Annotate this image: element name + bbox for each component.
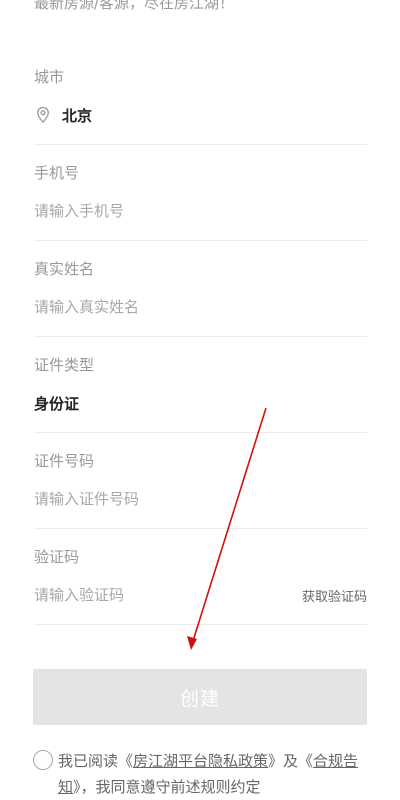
agreement-middle: 》及《: [268, 752, 314, 770]
id-number-field: 证件号码: [34, 450, 367, 529]
city-label: 城市: [34, 68, 65, 86]
agree-checkbox[interactable]: [33, 750, 53, 770]
privacy-policy-link[interactable]: 房江湖平台隐私政策: [133, 752, 268, 770]
id-number-label: 证件号码: [34, 452, 95, 470]
create-button[interactable]: 创建: [33, 669, 367, 725]
divider: [34, 240, 367, 241]
divider: [34, 144, 367, 145]
id-type-field: 证件类型 身份证: [34, 354, 367, 433]
id-type-value: 身份证: [34, 394, 80, 413]
get-code-button[interactable]: 获取验证码: [302, 586, 367, 605]
id-type-selector[interactable]: 身份证: [34, 392, 367, 414]
id-number-input[interactable]: [34, 490, 274, 508]
divider: [34, 624, 367, 625]
phone-input[interactable]: [34, 202, 274, 220]
phone-label: 手机号: [34, 164, 80, 182]
agreement-prefix: 我已阅读《: [58, 752, 134, 770]
agreement-suffix: 》，我同意遵守前述规则约定: [73, 778, 261, 796]
city-field: 城市 北京: [34, 66, 367, 145]
divider: [34, 528, 367, 529]
name-input[interactable]: [34, 298, 274, 316]
city-selector[interactable]: 北京: [34, 104, 367, 126]
verify-code-field: 验证码 获取验证码: [34, 546, 367, 625]
city-value: 北京: [62, 106, 93, 125]
divider: [34, 432, 367, 433]
location-pin-icon: [34, 106, 52, 124]
intro-text: 最新房源/客源，尽在房江湖！: [34, 0, 235, 12]
divider: [34, 336, 367, 337]
name-label: 真实姓名: [34, 260, 95, 278]
phone-field: 手机号: [34, 162, 367, 241]
verify-code-label: 验证码: [34, 548, 80, 566]
id-type-label: 证件类型: [34, 356, 95, 374]
verify-code-input[interactable]: [34, 586, 234, 604]
agreement: 我已阅读《房江湖平台隐私政策》及《合规告知》，我同意遵守前述规则约定: [33, 748, 373, 800]
name-field: 真实姓名: [34, 258, 367, 337]
